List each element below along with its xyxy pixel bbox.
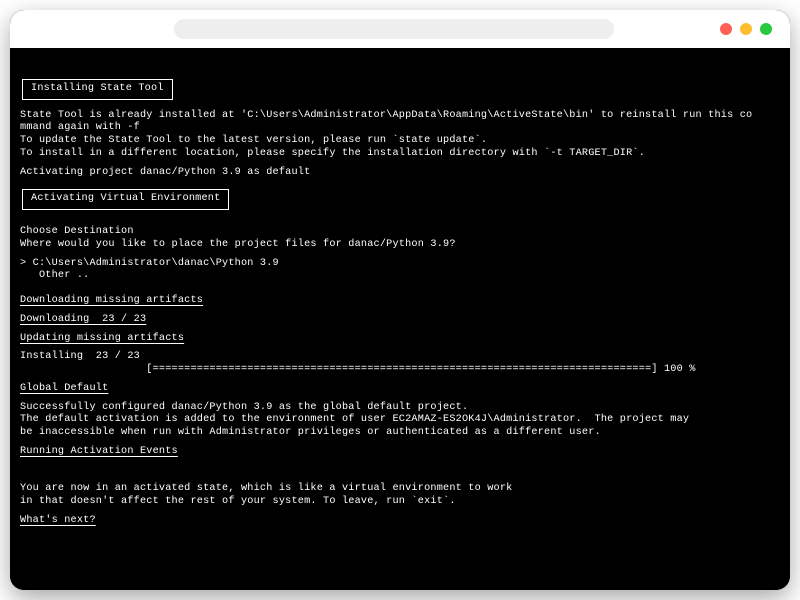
heading-running-events: Running Activation Events xyxy=(20,446,178,457)
progress-bar: [=======================================… xyxy=(20,364,696,375)
terminal-output[interactable]: Installing State Tool State Tool is alre… xyxy=(10,48,790,590)
window-controls xyxy=(720,23,772,35)
heading-downloading-missing: Downloading missing artifacts xyxy=(20,295,203,306)
heading-global-default: Global Default xyxy=(20,383,108,394)
msg-activated-1: You are now in an activated state, which… xyxy=(20,483,512,494)
option-other: Other .. xyxy=(20,270,89,281)
msg-success-3: be inaccessible when run with Administra… xyxy=(20,427,601,438)
close-icon[interactable] xyxy=(720,23,732,35)
msg-choose-dest: Choose Destination xyxy=(20,226,134,237)
msg-already-installed-1: State Tool is already installed at 'C:\U… xyxy=(20,110,752,121)
msg-diff-location: To install in a different location, plea… xyxy=(20,148,645,159)
minimize-icon[interactable] xyxy=(740,23,752,35)
maximize-icon[interactable] xyxy=(760,23,772,35)
msg-success-2: The default activation is added to the e… xyxy=(20,414,689,425)
msg-whats-next: What's next? xyxy=(20,515,96,526)
msg-activating-project: Activating project danac/Python 3.9 as d… xyxy=(20,167,310,178)
msg-where-place: Where would you like to place the projec… xyxy=(20,239,456,250)
option-path: > C:\Users\Administrator\danac\Python 3.… xyxy=(20,258,279,269)
msg-update-hint: To update the State Tool to the latest v… xyxy=(20,135,487,146)
url-bar[interactable] xyxy=(174,19,614,39)
msg-already-installed-2: mmand again with -f xyxy=(20,122,140,133)
msg-success-1: Successfully configured danac/Python 3.9… xyxy=(20,402,468,413)
msg-installing-count: Installing 23 / 23 xyxy=(20,351,140,362)
heading-updating-missing: Updating missing artifacts xyxy=(20,333,184,344)
msg-downloading-count: Downloading 23 / 23 xyxy=(20,314,146,325)
msg-activated-2: in that doesn't affect the rest of your … xyxy=(20,496,456,507)
titlebar xyxy=(10,10,790,48)
heading-installing: Installing State Tool xyxy=(22,79,173,100)
browser-window: Installing State Tool State Tool is alre… xyxy=(10,10,790,590)
heading-activating-env: Activating Virtual Environment xyxy=(22,189,229,210)
